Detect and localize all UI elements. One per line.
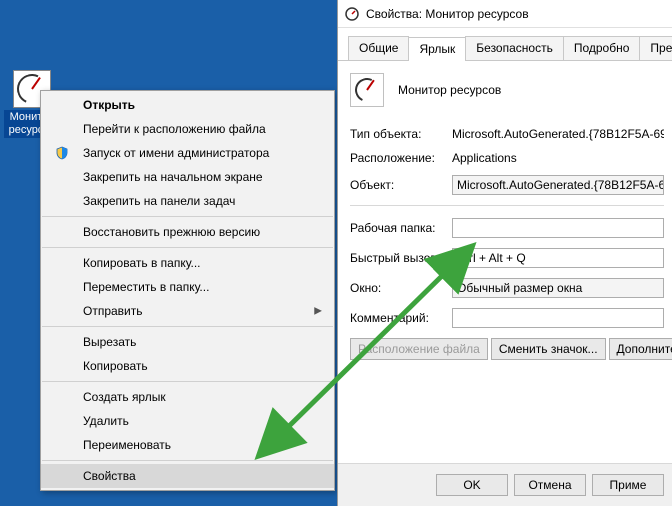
label-comment: Комментарий: [350,311,452,325]
dialog-button-bar: OK Отмена Приме [338,463,672,506]
menu-separator [42,326,333,327]
start-in-field[interactable] [452,218,664,238]
menu-separator [42,216,333,217]
menu-item[interactable]: Открыть [41,93,334,117]
menu-item[interactable]: Восстановить прежнюю версию [41,220,334,244]
label-target: Объект: [350,178,452,192]
advanced-button[interactable]: Дополнительно [609,338,672,360]
target-field[interactable]: Microsoft.AutoGenerated.{78B12F5A-699E-B… [452,175,664,195]
tab[interactable]: Общие [348,36,409,60]
menu-item[interactable]: Отправить▶ [41,299,334,323]
label-location: Расположение: [350,151,452,165]
menu-item[interactable]: Свойства [41,464,334,488]
change-icon-button[interactable]: Сменить значок... [491,338,606,360]
menu-item[interactable]: Переименовать [41,433,334,457]
menu-item[interactable]: Создать ярлык [41,385,334,409]
menu-item[interactable]: Перейти к расположению файла [41,117,334,141]
context-menu: ОткрытьПерейти к расположению файлаЗапус… [40,90,335,491]
window-title-bar[interactable]: Свойства: Монитор ресурсов [338,0,672,28]
gauge-icon [344,6,360,22]
label-start-in: Рабочая папка: [350,221,452,235]
tab[interactable]: Безопасность [465,36,564,60]
cancel-button[interactable]: Отмена [514,474,586,496]
tab-bar: ОбщиеЯрлыкБезопасностьПодробноПредыдущие… [338,28,672,61]
menu-item[interactable]: Закрепить на панели задач [41,189,334,213]
open-file-location-button[interactable]: Расположение файла [350,338,488,360]
menu-item[interactable]: Запуск от имени администратора [41,141,334,165]
label-run: Окно: [350,281,452,295]
label-shortcut-key: Быстрый вызов: [350,251,452,265]
divider [350,205,664,206]
menu-item[interactable]: Вырезать [41,330,334,354]
properties-window: Свойства: Монитор ресурсов ОбщиеЯрлыкБез… [337,0,672,506]
tab[interactable]: Подробно [563,36,641,60]
menu-separator [42,460,333,461]
window-title: Свойства: Монитор ресурсов [366,7,529,21]
menu-item[interactable]: Переместить в папку... [41,275,334,299]
menu-separator [42,381,333,382]
shortcut-key-field[interactable] [452,248,664,268]
label-target-type: Тип объекта: [350,127,452,141]
gauge-icon [350,73,384,107]
menu-item[interactable]: Копировать [41,354,334,378]
submenu-arrow-icon: ▶ [314,306,322,317]
tab-content: Монитор ресурсов Тип объекта: Microsoft.… [338,61,672,368]
menu-item[interactable]: Удалить [41,409,334,433]
ok-button[interactable]: OK [436,474,508,496]
tab[interactable]: Предыдущие вер [639,36,672,60]
shield-icon [55,146,69,160]
value-location: Applications [452,151,664,165]
menu-item[interactable]: Закрепить на начальном экране [41,165,334,189]
apply-button[interactable]: Приме [592,474,664,496]
value-target-type: Microsoft.AutoGenerated.{78B12F5A-699E-B… [452,127,664,141]
comment-field[interactable] [452,308,664,328]
tab[interactable]: Ярлык [408,37,466,61]
object-name: Монитор ресурсов [398,83,501,97]
menu-separator [42,247,333,248]
run-dropdown[interactable]: Обычный размер окна [452,278,664,298]
menu-item[interactable]: Копировать в папку... [41,251,334,275]
